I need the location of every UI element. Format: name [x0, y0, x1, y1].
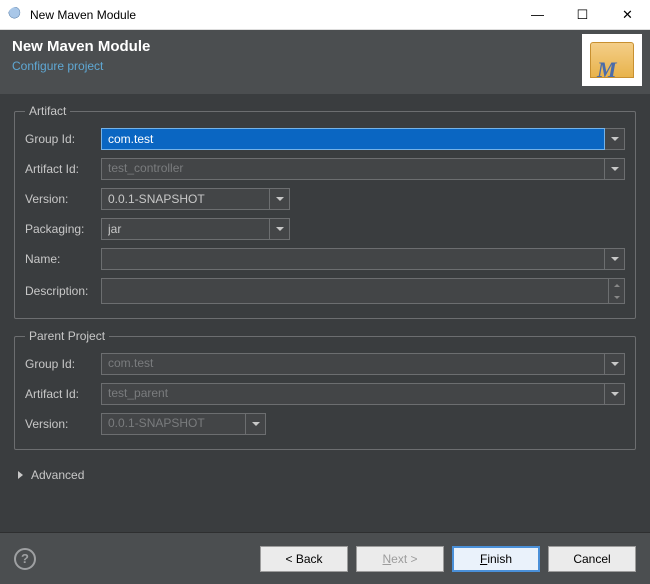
name-label: Name: — [25, 252, 101, 266]
name-input[interactable] — [101, 248, 605, 270]
artifact-legend: Artifact — [25, 104, 70, 118]
artifact-id-dropdown-icon — [605, 158, 625, 180]
parent-version-value: 0.0.1-SNAPSHOT — [101, 413, 246, 435]
dialog-footer: ? < Back Next > Finish Cancel — [0, 532, 650, 584]
parent-version-dropdown-icon — [246, 413, 266, 435]
name-combo[interactable] — [101, 248, 625, 270]
cancel-button[interactable]: Cancel — [548, 546, 636, 572]
artifact-id-value: test_controller — [101, 158, 605, 180]
back-button[interactable]: < Back — [260, 546, 348, 572]
eclipse-icon — [8, 7, 24, 23]
finish-button[interactable]: Finish — [452, 546, 540, 572]
packaging-dropdown-icon[interactable] — [270, 218, 290, 240]
parent-artifact-id-label: Artifact Id: — [25, 387, 101, 401]
version-dropdown-icon[interactable] — [270, 188, 290, 210]
maven-folder-icon — [590, 42, 634, 78]
artifact-id-label: Artifact Id: — [25, 162, 101, 176]
parent-artifact-id-value: test_parent — [101, 383, 605, 405]
description-input[interactable] — [101, 278, 625, 304]
parent-version-combo: 0.0.1-SNAPSHOT — [101, 413, 266, 435]
parent-group-id-label: Group Id: — [25, 357, 101, 371]
maximize-button[interactable]: ☐ — [560, 0, 605, 29]
version-input[interactable] — [101, 188, 270, 210]
packaging-label: Packaging: — [25, 222, 101, 236]
group-id-label: Group Id: — [25, 132, 101, 146]
parent-version-label: Version: — [25, 417, 101, 431]
version-combo[interactable] — [101, 188, 290, 210]
minimize-button[interactable]: — — [515, 0, 560, 29]
group-id-combo[interactable] — [101, 128, 625, 150]
group-id-dropdown-icon[interactable] — [605, 128, 625, 150]
packaging-input[interactable] — [101, 218, 270, 240]
name-dropdown-icon[interactable] — [605, 248, 625, 270]
description-label: Description: — [25, 284, 101, 298]
titlebar: New Maven Module — ☐ ✕ — [0, 0, 650, 30]
help-icon[interactable]: ? — [14, 548, 36, 570]
artifact-id-combo: test_controller — [101, 158, 625, 180]
description-field[interactable] — [101, 278, 625, 304]
chevron-right-icon — [18, 471, 23, 479]
spinner-up-icon[interactable] — [609, 279, 624, 291]
window-title: New Maven Module — [30, 8, 515, 22]
parent-artifact-id-dropdown-icon — [605, 383, 625, 405]
page-subtitle[interactable]: Configure project — [12, 59, 150, 73]
parent-group-id-combo: com.test — [101, 353, 625, 375]
advanced-label: Advanced — [31, 468, 84, 482]
page-title: New Maven Module — [12, 38, 150, 55]
spinner-down-icon[interactable] — [609, 291, 624, 303]
close-button[interactable]: ✕ — [605, 0, 650, 29]
parent-group-id-dropdown-icon — [605, 353, 625, 375]
wizard-banner-icon — [582, 34, 642, 86]
packaging-combo[interactable] — [101, 218, 290, 240]
parent-legend: Parent Project — [25, 329, 109, 343]
parent-project-group: Parent Project Group Id: com.test Artifa… — [14, 329, 636, 450]
parent-group-id-value: com.test — [101, 353, 605, 375]
version-label: Version: — [25, 192, 101, 206]
next-button: Next > — [356, 546, 444, 572]
group-id-input[interactable] — [101, 128, 605, 150]
dialog-header: New Maven Module Configure project — [0, 30, 650, 94]
description-spinner[interactable] — [608, 279, 624, 303]
advanced-toggle[interactable]: Advanced — [14, 460, 636, 490]
parent-artifact-id-combo: test_parent — [101, 383, 625, 405]
artifact-group: Artifact Group Id: Artifact Id: test_con… — [14, 104, 636, 319]
